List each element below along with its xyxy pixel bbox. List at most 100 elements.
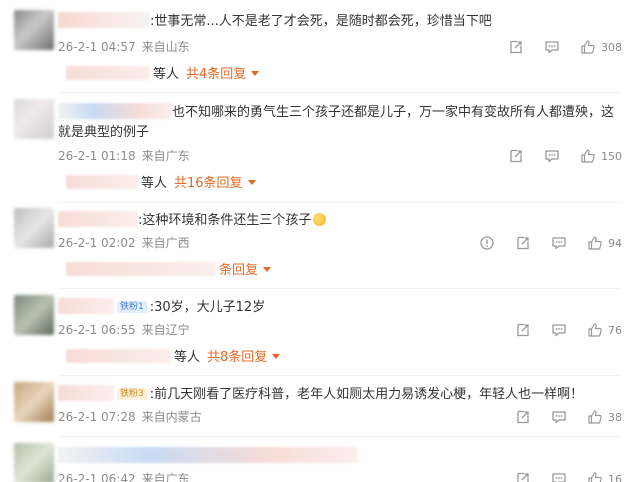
comment-actions: 94 bbox=[459, 234, 622, 252]
divider bbox=[58, 288, 622, 289]
avatar[interactable] bbox=[14, 443, 54, 482]
repost-icon bbox=[517, 472, 529, 482]
like-icon bbox=[581, 40, 595, 54]
comment-text-line: 铁粉1:30岁，大儿子12岁 bbox=[58, 298, 622, 318]
surprised-emoji-icon bbox=[313, 213, 327, 226]
like-icon bbox=[588, 410, 602, 424]
comment-text-line: :这种环境和条件还生三个孩子 bbox=[58, 211, 622, 231]
comment-location: 来自广西 bbox=[141, 236, 190, 250]
like-icon bbox=[588, 236, 602, 250]
more-replies-link[interactable]: 条回复 bbox=[219, 263, 258, 278]
avatar[interactable] bbox=[14, 99, 54, 139]
like-count: 94 bbox=[608, 236, 622, 250]
like-button[interactable]: 16 bbox=[587, 471, 622, 482]
comment-actions: 16 bbox=[495, 470, 622, 482]
avatar[interactable] bbox=[14, 208, 54, 248]
comment-button[interactable] bbox=[551, 471, 567, 482]
comment-meta: 26-2-1 04:57 来自山东 bbox=[58, 39, 196, 55]
comment-date: 26-2-1 04:57 bbox=[58, 40, 136, 54]
comment-date: 26-2-1 06:55 bbox=[58, 323, 136, 337]
comment-date: 26-2-1 01:18 bbox=[58, 149, 136, 163]
more-replies-link[interactable]: 共16条回复 bbox=[174, 176, 243, 191]
like-icon bbox=[588, 323, 602, 337]
like-icon bbox=[588, 472, 602, 482]
repost-button[interactable] bbox=[515, 322, 531, 338]
username[interactable] bbox=[58, 103, 172, 119]
like-icon bbox=[581, 149, 595, 163]
repost-button[interactable] bbox=[515, 471, 531, 482]
reply-usernames bbox=[66, 262, 216, 276]
more-replies-link[interactable]: 共8条回复 bbox=[207, 350, 267, 365]
repost-button[interactable] bbox=[508, 39, 524, 55]
username[interactable] bbox=[58, 298, 114, 314]
repost-button[interactable] bbox=[508, 148, 524, 164]
comment-icon bbox=[545, 150, 559, 163]
like-button[interactable]: 76 bbox=[587, 322, 622, 338]
repost-button[interactable] bbox=[515, 235, 531, 251]
more-replies-link[interactable]: 共4条回复 bbox=[186, 67, 246, 82]
fan-badge[interactable]: 铁粉1 bbox=[117, 301, 147, 313]
username[interactable] bbox=[58, 211, 138, 227]
chevron-down-icon[interactable] bbox=[251, 71, 260, 76]
report-button[interactable] bbox=[479, 235, 495, 251]
chevron-down-icon[interactable] bbox=[263, 267, 272, 272]
comment-meta: 26-2-1 07:28 来自内蒙古 bbox=[58, 409, 208, 425]
comment-location: 来自山东 bbox=[141, 40, 190, 54]
comment-actions: 308 bbox=[488, 38, 622, 56]
chevron-down-icon[interactable] bbox=[247, 180, 256, 185]
comment-text: :这种环境和条件还生三个孩子 bbox=[138, 213, 312, 228]
chevron-down-icon[interactable] bbox=[272, 354, 281, 359]
like-count: 308 bbox=[601, 40, 622, 54]
comment-text-line bbox=[58, 447, 622, 467]
comment-button[interactable] bbox=[544, 148, 560, 164]
comment-date: 26-2-1 07:28 bbox=[58, 410, 136, 424]
comment-text: :世事无常...人不是老了才会死，是随时都会死，珍惜当下吧 bbox=[150, 14, 492, 29]
comment-text-line: 也不知哪来的勇气生三个孩子还都是儿子，万一家中有变故所有人都遭殃，这就是典型的例… bbox=[58, 103, 622, 143]
reply-summary: 等人 共4条回复 bbox=[66, 66, 260, 84]
comment-text-line: :世事无常...人不是老了才会死，是随时都会死，珍惜当下吧 bbox=[58, 12, 622, 32]
like-button[interactable]: 38 bbox=[587, 409, 622, 425]
like-count: 76 bbox=[608, 323, 622, 337]
like-count: 38 bbox=[608, 410, 622, 424]
comment-icon bbox=[552, 411, 566, 424]
reply-suffix: 等人 bbox=[141, 176, 168, 191]
comment-location: 来自辽宁 bbox=[141, 323, 190, 337]
reply-usernames bbox=[66, 175, 138, 189]
repost-button[interactable] bbox=[515, 409, 531, 425]
like-count: 150 bbox=[601, 149, 622, 163]
comment-button[interactable] bbox=[551, 322, 567, 338]
reply-usernames bbox=[66, 349, 171, 363]
comment-actions: 150 bbox=[488, 147, 622, 165]
comment-icon bbox=[552, 237, 566, 250]
report-icon bbox=[480, 236, 494, 250]
reply-usernames bbox=[66, 66, 150, 80]
divider bbox=[58, 92, 622, 93]
avatar[interactable] bbox=[14, 295, 54, 335]
divider bbox=[58, 202, 622, 203]
fan-badge[interactable]: 铁粉3 bbox=[117, 388, 147, 400]
username[interactable] bbox=[58, 447, 358, 463]
like-button[interactable]: 308 bbox=[580, 39, 622, 55]
avatar[interactable] bbox=[14, 382, 54, 422]
like-count: 16 bbox=[608, 472, 622, 482]
like-button[interactable]: 94 bbox=[587, 235, 622, 251]
comment-button[interactable] bbox=[551, 409, 567, 425]
comment-meta: 26-2-1 01:18 来自广东 bbox=[58, 148, 196, 164]
comment-date: 26-2-1 06:42 bbox=[58, 472, 136, 482]
username[interactable] bbox=[58, 12, 150, 28]
comment-actions: 76 bbox=[495, 321, 622, 339]
comment-actions: 38 bbox=[495, 408, 622, 426]
comment-text: :30岁，大儿子12岁 bbox=[149, 300, 266, 315]
username[interactable] bbox=[58, 385, 114, 401]
reply-summary: 等人 共8条回复 bbox=[66, 349, 281, 367]
comment-button[interactable] bbox=[551, 235, 567, 251]
repost-icon bbox=[517, 410, 529, 424]
avatar[interactable] bbox=[14, 10, 54, 50]
like-button[interactable]: 150 bbox=[580, 148, 622, 164]
comment-button[interactable] bbox=[544, 39, 560, 55]
comment-icon bbox=[552, 324, 566, 337]
reply-summary: 条回复 bbox=[66, 262, 272, 280]
comment-location: 来自广东 bbox=[141, 149, 190, 163]
comment-location: 来自内蒙古 bbox=[141, 410, 202, 424]
comment-date: 26-2-1 02:02 bbox=[58, 236, 136, 250]
